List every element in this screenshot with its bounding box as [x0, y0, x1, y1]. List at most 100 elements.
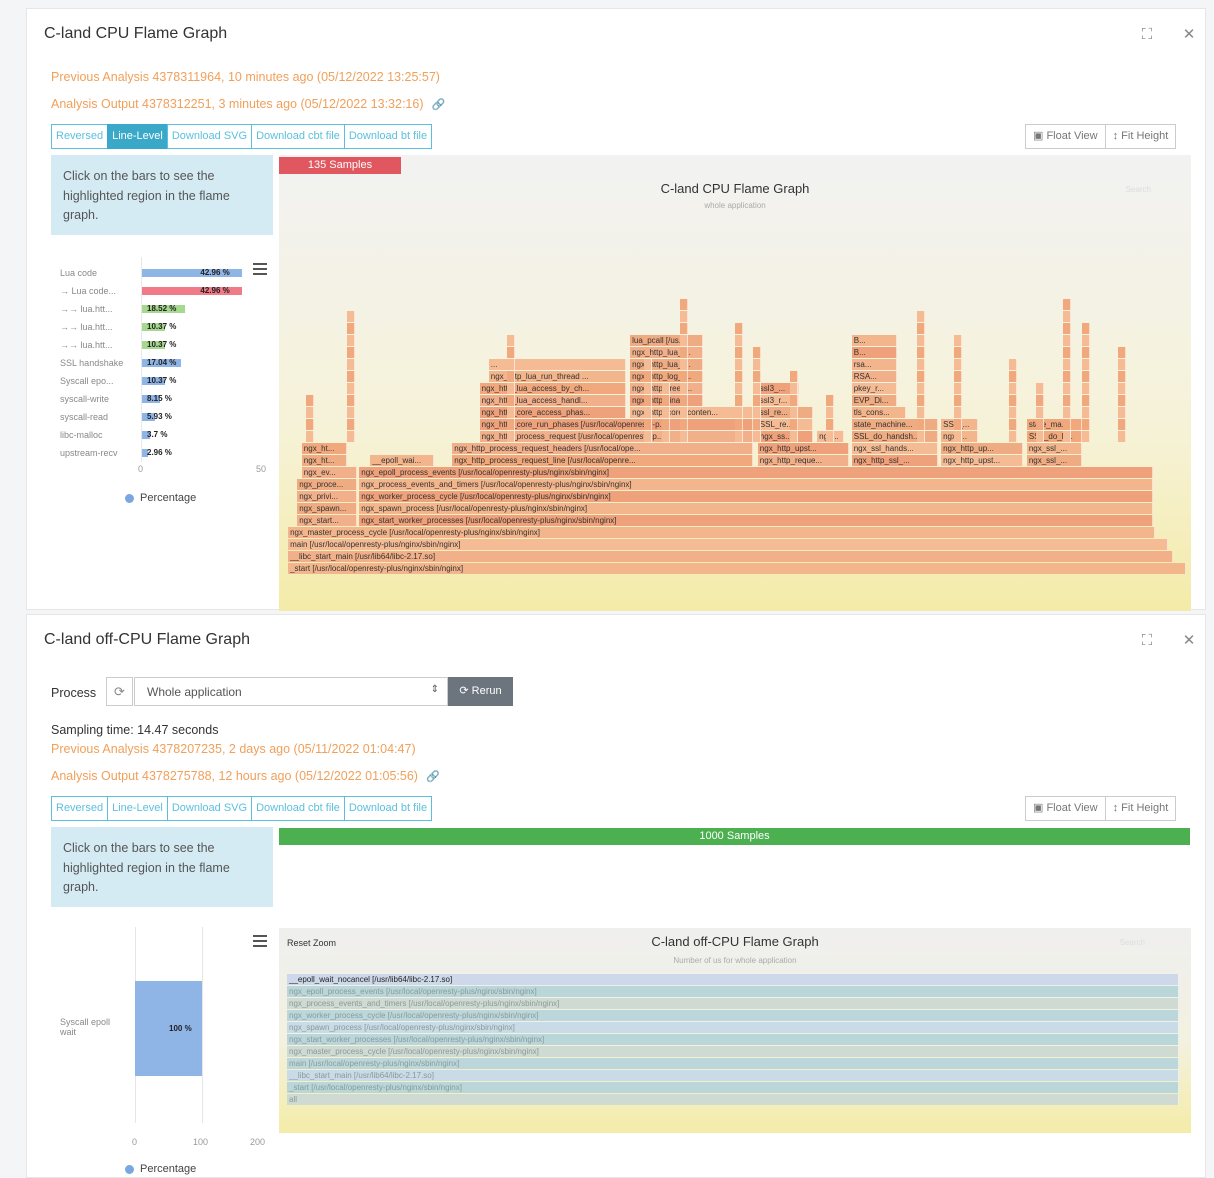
flame-frame[interactable]	[735, 419, 743, 430]
download-cbt-button[interactable]: Download cbt file	[251, 124, 345, 149]
flame-frame[interactable]	[753, 431, 762, 442]
rerun-button[interactable]: ⟳ Rerun	[448, 677, 513, 706]
flame-frame[interactable]	[1081, 419, 1090, 430]
flame-frame[interactable]	[347, 311, 356, 322]
flame-frame[interactable]: B...	[851, 347, 898, 358]
flame-frame[interactable]	[753, 407, 762, 418]
flame-frame[interactable]	[1035, 395, 1044, 406]
flame-frame[interactable]	[680, 323, 689, 334]
flame-frame[interactable]	[917, 347, 926, 358]
flame-frame[interactable]: B...	[851, 335, 898, 346]
analysis-output-link[interactable]: Analysis Output 4378275788, 12 hours ago…	[51, 769, 418, 783]
flame-frame[interactable]	[1063, 395, 1072, 406]
flame-frame[interactable]	[1063, 431, 1072, 442]
flame-frame[interactable]: main [/usr/local/openresty-plus/nginx/sb…	[288, 539, 1169, 550]
flame-frame[interactable]	[1081, 347, 1090, 358]
flame-frame[interactable]	[1118, 395, 1127, 406]
flame-frame[interactable]	[1035, 407, 1044, 418]
flame-frame[interactable]: ngx_ssl_hands...	[851, 443, 939, 454]
legend[interactable]: Percentage	[125, 1163, 196, 1175]
flame-frame[interactable]	[643, 395, 652, 406]
flame-frame[interactable]	[507, 419, 515, 430]
flame-frame[interactable]: main [/usr/local/openresty-plus/nginx/sb…	[287, 1058, 1179, 1069]
flame-frame[interactable]	[347, 359, 356, 370]
flame-frame[interactable]	[826, 395, 835, 406]
previous-analysis-link[interactable]: Previous Analysis 4378311964, 10 minutes…	[51, 70, 440, 84]
line-level-button[interactable]: Line-Level	[107, 796, 168, 821]
link-icon[interactable]: 🔗	[426, 771, 440, 783]
flame-frame[interactable]	[1008, 419, 1017, 430]
flame-frame[interactable]	[917, 431, 926, 442]
flame-frame[interactable]	[1118, 371, 1127, 382]
flame-frame[interactable]: ngx_ev...	[301, 467, 357, 478]
flame-frame[interactable]	[306, 419, 315, 430]
flame-frame[interactable]: ngx_http_upst...	[757, 443, 849, 454]
flame-frame[interactable]	[1008, 371, 1017, 382]
flame-frame[interactable]	[1081, 371, 1090, 382]
flame-frame[interactable]	[347, 419, 356, 430]
flame-frame[interactable]	[680, 419, 689, 430]
flame-frame[interactable]	[917, 323, 926, 334]
flame-frame[interactable]: ngx_http_lua_access_by_ch...	[479, 383, 626, 394]
flame-frame[interactable]	[662, 431, 671, 442]
download-bt-button[interactable]: Download bt file	[343, 124, 433, 149]
flame-frame[interactable]: ngx_privi...	[297, 491, 357, 502]
flame-frame[interactable]	[1118, 431, 1127, 442]
flame-frame[interactable]: _start [/usr/local/openresty-plus/nginx/…	[287, 1082, 1179, 1093]
flame-frame[interactable]	[680, 407, 689, 418]
flame-frame[interactable]	[1081, 383, 1090, 394]
flame-frame[interactable]: rsa...	[851, 359, 898, 370]
flame-frame[interactable]	[306, 395, 315, 406]
download-bt-button[interactable]: Download bt file	[343, 796, 433, 821]
flame-frame[interactable]: __libc_start_main [/usr/lib64/libc-2.17.…	[287, 1070, 1179, 1081]
flame-frame[interactable]	[507, 347, 515, 358]
flame-frame[interactable]	[1081, 335, 1090, 346]
flame-frame[interactable]: ngx_http_upst...	[941, 455, 1024, 466]
flame-frame[interactable]	[1118, 419, 1127, 430]
flame-frame[interactable]	[507, 359, 515, 370]
flame-frame[interactable]	[680, 383, 689, 394]
flame-frame[interactable]	[1063, 335, 1072, 346]
flame-frame[interactable]	[1081, 395, 1090, 406]
flame-frame[interactable]	[735, 383, 743, 394]
flame-frame[interactable]: ngx_worker_process_cycle [/usr/local/ope…	[287, 1010, 1179, 1021]
flame-frame[interactable]: ngx_http_process_request_line [/usr/loca…	[452, 455, 754, 466]
flame-frame[interactable]	[680, 359, 689, 370]
flame-frame[interactable]	[662, 383, 671, 394]
flame-frame[interactable]: ngx_spawn...	[297, 503, 357, 514]
flame-frame[interactable]	[917, 395, 926, 406]
expand-icon[interactable]: ⛶	[1137, 25, 1157, 45]
download-svg-button[interactable]: Download SVG	[166, 124, 253, 149]
flame-frame[interactable]	[680, 395, 689, 406]
flame-frame[interactable]	[643, 431, 652, 442]
flame-frame[interactable]	[1063, 419, 1072, 430]
flame-frame[interactable]	[1063, 347, 1072, 358]
flame-frame[interactable]	[917, 419, 926, 430]
flame-frame[interactable]	[735, 359, 743, 370]
flame-frame[interactable]: ngx_epoll_process_events [/usr/local/ope…	[287, 986, 1179, 997]
flame-frame[interactable]: ngx_start_worker_processes [/usr/local/o…	[287, 1034, 1179, 1045]
flame-frame[interactable]	[347, 407, 356, 418]
flame-frame[interactable]: ngx_http_process_request [/usr/local/ope…	[479, 431, 754, 442]
flame-frame[interactable]	[735, 431, 743, 442]
flame-frame[interactable]	[507, 383, 515, 394]
flame-frame[interactable]	[347, 395, 356, 406]
flame-frame[interactable]	[1063, 371, 1072, 382]
flame-frame[interactable]: ngx_ss...	[757, 431, 813, 442]
flame-frame[interactable]	[735, 371, 743, 382]
flame-frame[interactable]	[953, 335, 962, 346]
flame-frame[interactable]	[789, 431, 798, 442]
flame-frame[interactable]	[643, 371, 652, 382]
flame-frame[interactable]	[1008, 359, 1017, 370]
fit-height-button[interactable]: ↕ Fit Height	[1104, 796, 1177, 821]
flame-frame[interactable]	[507, 407, 515, 418]
flame-frame[interactable]	[507, 335, 515, 346]
close-icon[interactable]: ✕	[1179, 631, 1199, 651]
flame-frame[interactable]	[347, 347, 356, 358]
float-view-button[interactable]: ▣ Float View	[1025, 124, 1106, 149]
flame-frame[interactable]	[917, 407, 926, 418]
flame-frame[interactable]: ngx_http_process_request_headers [/usr/l…	[452, 443, 754, 454]
flame-frame[interactable]: ngx_master_process_cycle [/usr/local/ope…	[287, 1046, 1179, 1057]
download-svg-button[interactable]: Download SVG	[166, 796, 253, 821]
flame-frame[interactable]: ngx_spawn_process [/usr/local/openresty-…	[287, 1022, 1179, 1033]
